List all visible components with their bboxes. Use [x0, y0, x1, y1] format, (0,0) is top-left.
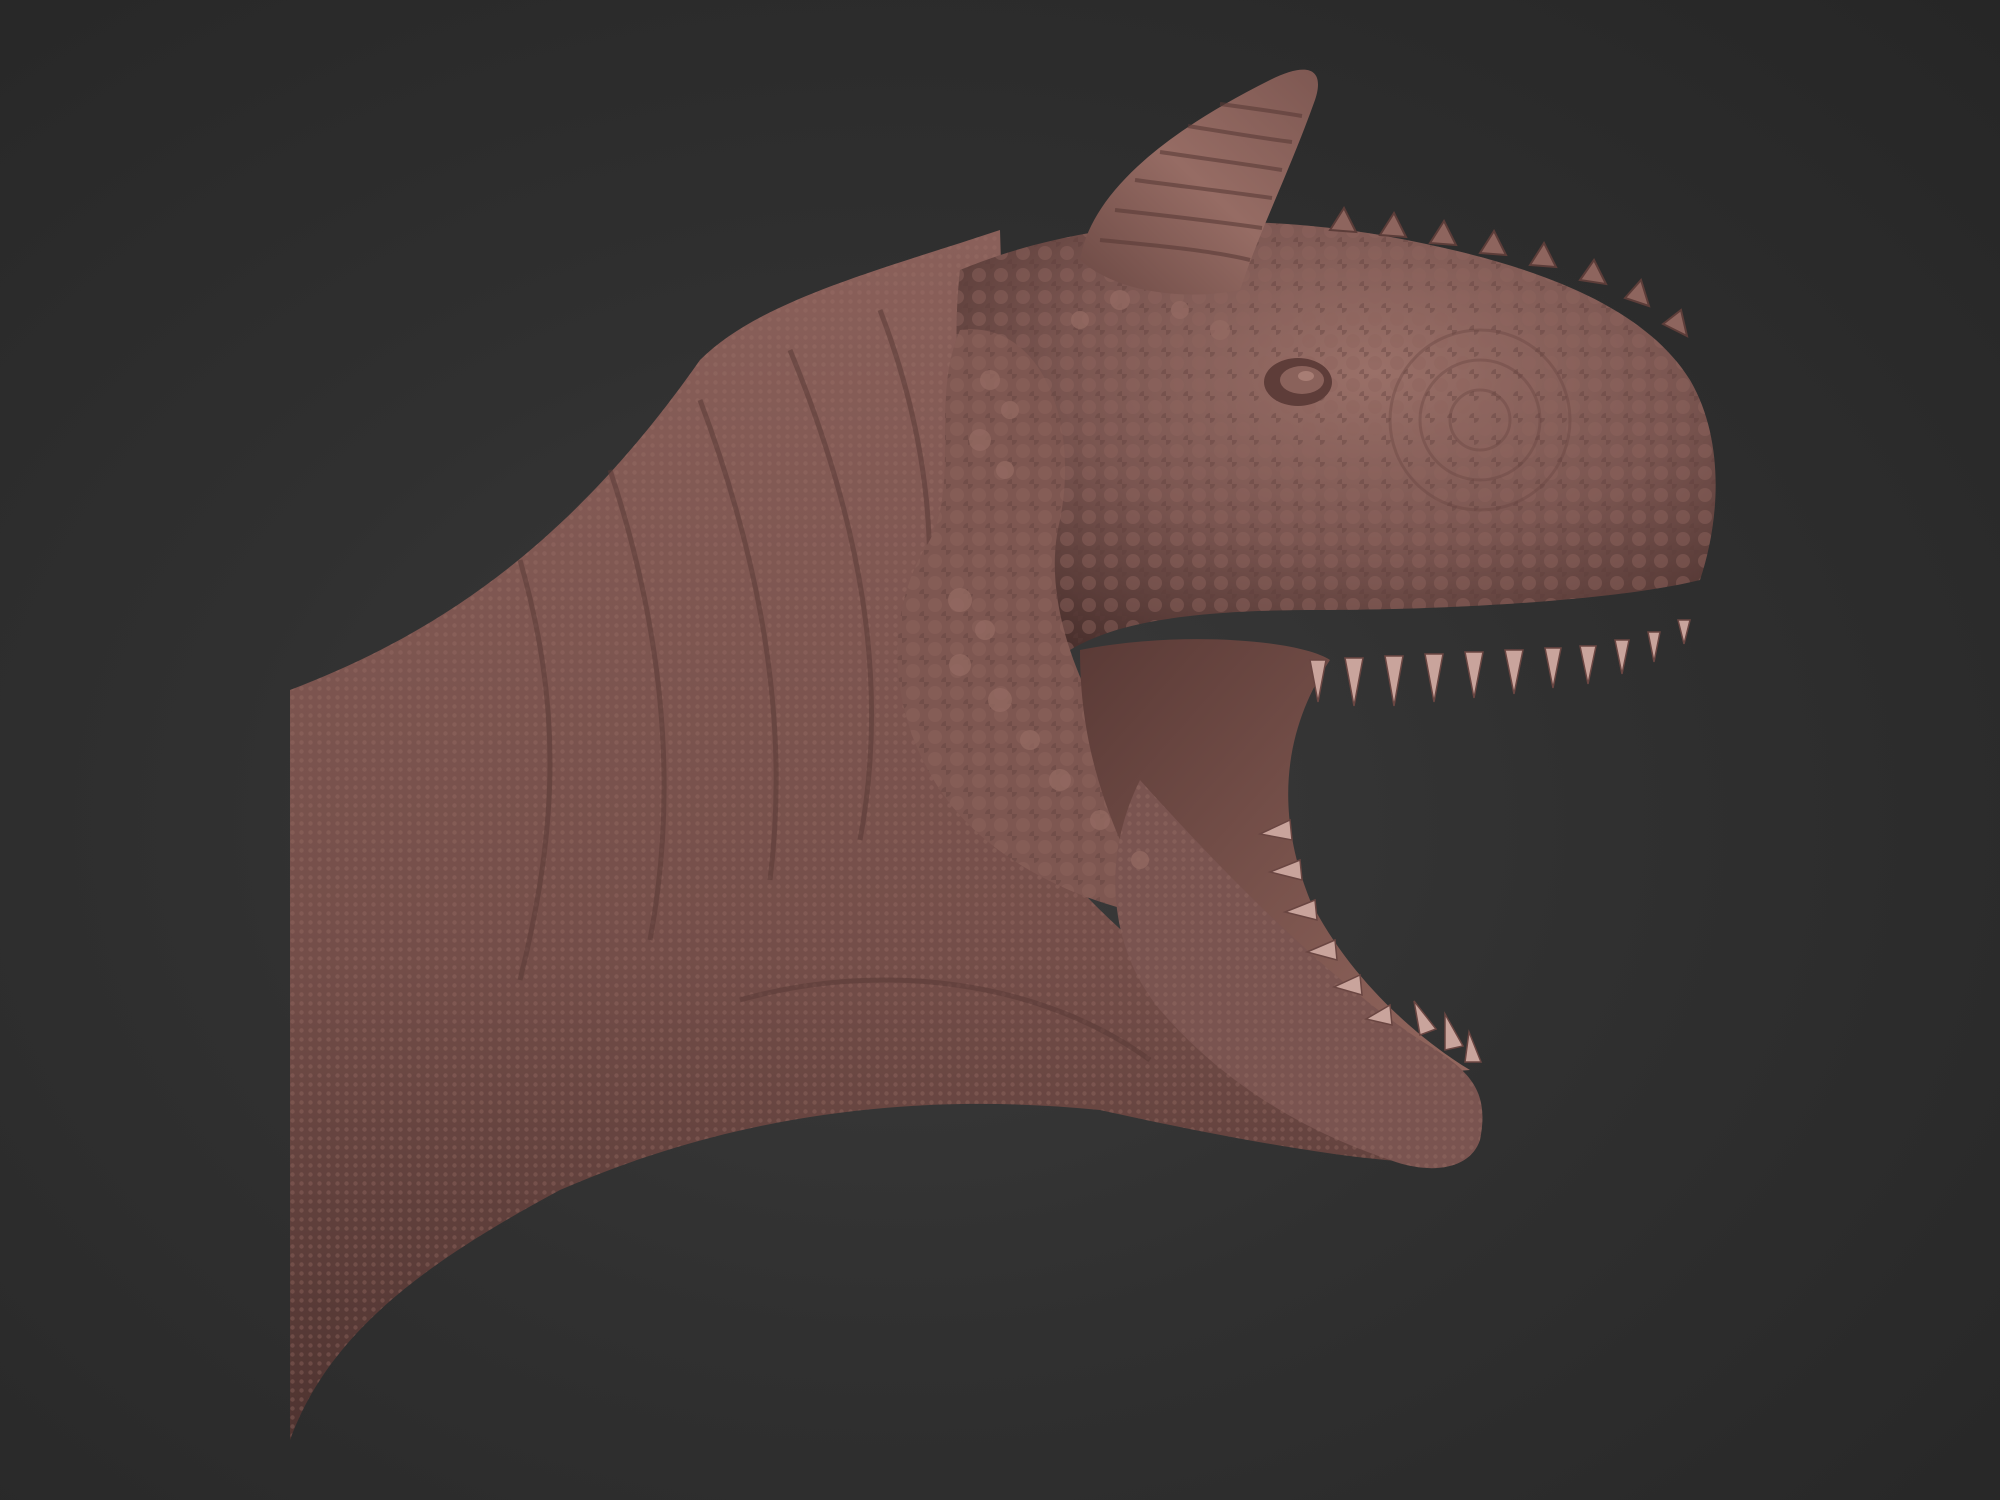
eye — [1264, 358, 1332, 406]
viewport-canvas[interactable] — [0, 0, 2000, 1500]
dinosaur-sculpt — [290, 69, 1716, 1440]
upper-teeth — [1309, 619, 1691, 707]
